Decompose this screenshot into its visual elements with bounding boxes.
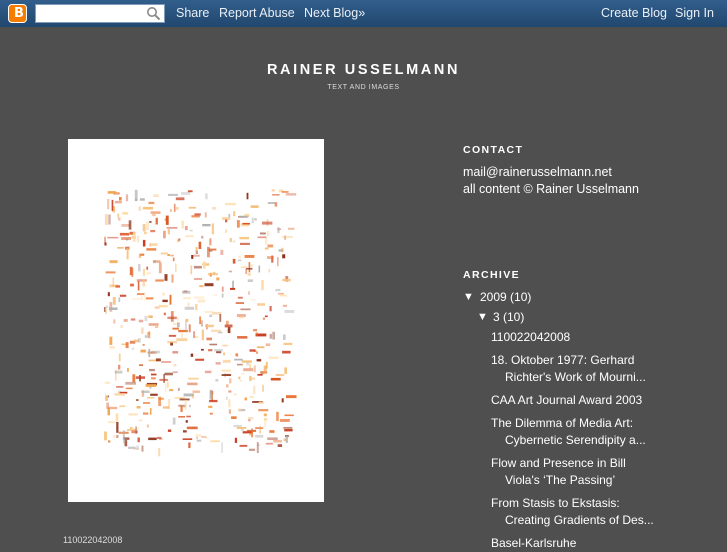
archive-month-3[interactable]: 3 (10) (493, 309, 524, 326)
archive-post-link[interactable]: 18. Oktober 1977: Gerhard (491, 352, 634, 369)
archive-post-link[interactable]: Flow and Presence in Bill (491, 455, 626, 472)
post-image[interactable] (68, 139, 324, 502)
contact-email: mail@rainerusselmann.net (463, 165, 612, 179)
report-abuse-link[interactable]: Report Abuse (219, 6, 295, 20)
blog-title[interactable]: RAINER USSELMANN (0, 62, 727, 78)
archive-post-link-continued[interactable]: Viola's ‘The Passing’ (505, 472, 615, 489)
archive-year-2009[interactable]: 2009 (10) (480, 289, 531, 306)
archive-post-link[interactable]: Basel-Karlsruhe (491, 535, 576, 552)
archive-post-link[interactable]: CAA Art Journal Award 2003 (491, 392, 642, 409)
artwork-graphic (104, 189, 297, 457)
blogger-navbar: B Share Report Abuse Next Blog» Create B… (0, 0, 727, 27)
month-toggle-icon[interactable]: ▼ (477, 311, 488, 323)
copyright-text: all content © Rainer Usselmann (463, 182, 639, 196)
year-toggle-icon[interactable]: ▼ (463, 291, 474, 303)
contact-heading: CONTACT (463, 144, 524, 156)
archive-post-link[interactable]: From Stasis to Ekstasis: (491, 495, 620, 512)
archive-post-link-continued[interactable]: Richter's Work of Mourni... (505, 369, 646, 386)
archive-post-link-continued[interactable]: Cybernetic Serendipity a... (505, 432, 646, 449)
archive-post-link[interactable]: 110022042008 (491, 329, 570, 346)
search-icon[interactable] (146, 6, 161, 21)
create-blog-link[interactable]: Create Blog (601, 6, 667, 20)
blogger-logo-letter: B (14, 6, 24, 21)
blogger-logo-icon[interactable]: B (8, 4, 27, 23)
sign-in-link[interactable]: Sign In (675, 6, 714, 20)
archive-heading: ARCHIVE (463, 269, 521, 281)
archive-post-link-continued[interactable]: Creating Gradients of Des... (505, 512, 654, 529)
post-caption[interactable]: 110022042008 (63, 535, 122, 545)
next-blog-link[interactable]: Next Blog» (304, 6, 365, 20)
share-link[interactable]: Share (176, 6, 209, 20)
blog-description: TEXT AND IMAGES (327, 84, 400, 91)
archive-post-link[interactable]: The Dilemma of Media Art: (491, 415, 633, 432)
